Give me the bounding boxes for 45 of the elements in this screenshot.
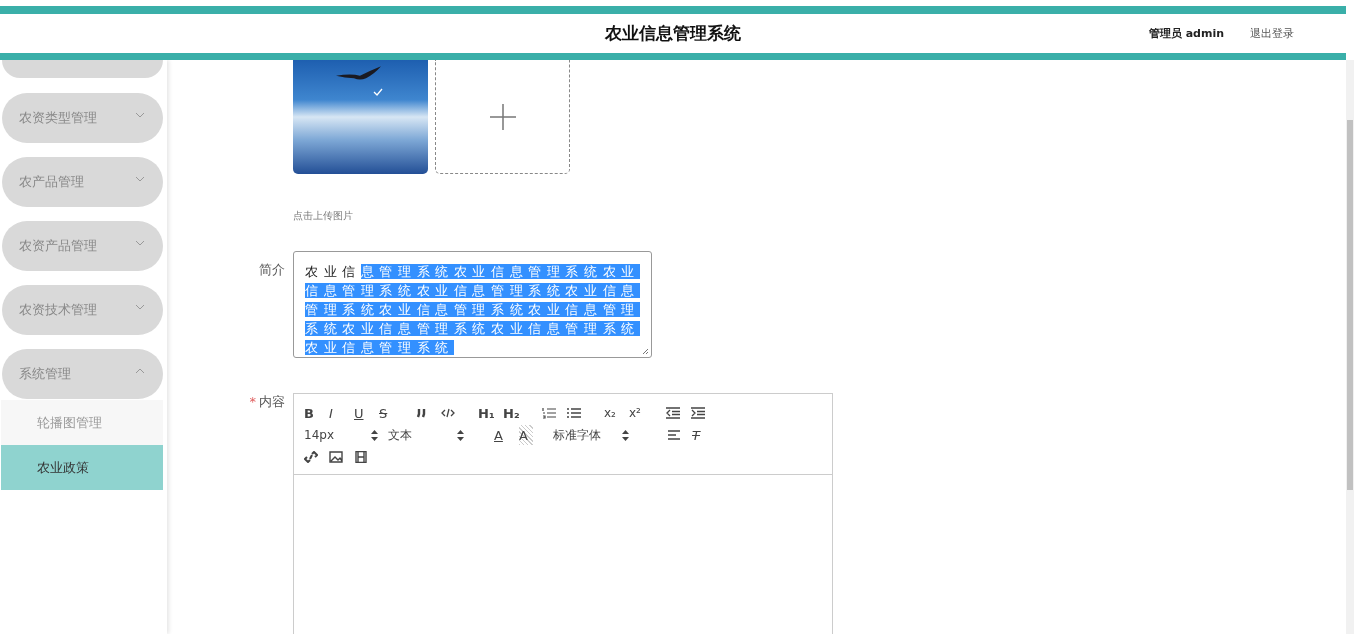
chevron-icon	[135, 304, 145, 310]
submenu-item[interactable]: 农业政策	[1, 445, 163, 490]
outdent-icon	[666, 407, 680, 419]
format-dropdown[interactable]: 标准字体	[553, 426, 653, 444]
field-label: 简介	[258, 261, 285, 279]
chevron-icon	[135, 368, 145, 374]
rich-text-editor[interactable]: B I U S H₁ H₂ x₂ x² 14px 文本 A A 标准字体 T	[293, 393, 833, 634]
indent-icon	[691, 407, 705, 419]
italic-button[interactable]: I	[329, 403, 354, 423]
app-title: 农业信息管理系统	[605, 22, 741, 45]
header-button[interactable]: H₁	[478, 403, 503, 423]
image-icon	[329, 451, 343, 463]
up-down-arrows-icon	[457, 429, 464, 441]
chevron-icon	[135, 112, 145, 118]
upload-hint: 点击上传图片	[293, 209, 354, 223]
align-icon	[667, 429, 681, 441]
scrollbar[interactable]	[1346, 60, 1354, 634]
resize-handle-icon[interactable]	[642, 348, 649, 355]
strike-button[interactable]: S	[379, 403, 404, 423]
up-down-arrows-icon	[371, 429, 378, 441]
link-icon	[304, 451, 318, 463]
required-mark: *	[249, 394, 256, 409]
check-icon	[373, 88, 383, 96]
intro-textarea[interactable]: 农业信 息管理系统农业信息管理系统农业信息管理系统农业信息管理系统农业信息管理系统农业信息管理系统农业信息管理系统农业信息管理系统农业信息管理系统农业信息管理系统	[293, 251, 652, 358]
format-dropdown[interactable]: 文本	[388, 426, 488, 444]
bold-button[interactable]: B	[304, 403, 329, 423]
ul-icon	[567, 407, 581, 419]
code-icon	[441, 407, 455, 419]
user-label: 管理员 admin	[1148, 26, 1224, 41]
chevron-icon	[135, 176, 145, 182]
video-icon	[354, 451, 368, 463]
logout-link[interactable]: 退出登录	[1250, 26, 1294, 41]
ol-icon	[542, 407, 556, 419]
plus-icon	[489, 103, 516, 130]
script-button[interactable]: x₂	[604, 403, 629, 423]
header-button[interactable]: H₂	[503, 403, 528, 423]
chevron-icon	[135, 240, 145, 246]
format-dropdown[interactable]: 14px	[304, 428, 388, 442]
color-button[interactable]: A	[494, 425, 519, 445]
underline-button[interactable]: U	[354, 403, 379, 423]
field-label: * 内容	[248, 393, 285, 411]
background-button[interactable]: A	[519, 425, 533, 445]
script-button[interactable]: x²	[629, 403, 654, 423]
up-down-arrows-icon	[622, 429, 629, 441]
clean-button[interactable]: T	[692, 425, 717, 445]
